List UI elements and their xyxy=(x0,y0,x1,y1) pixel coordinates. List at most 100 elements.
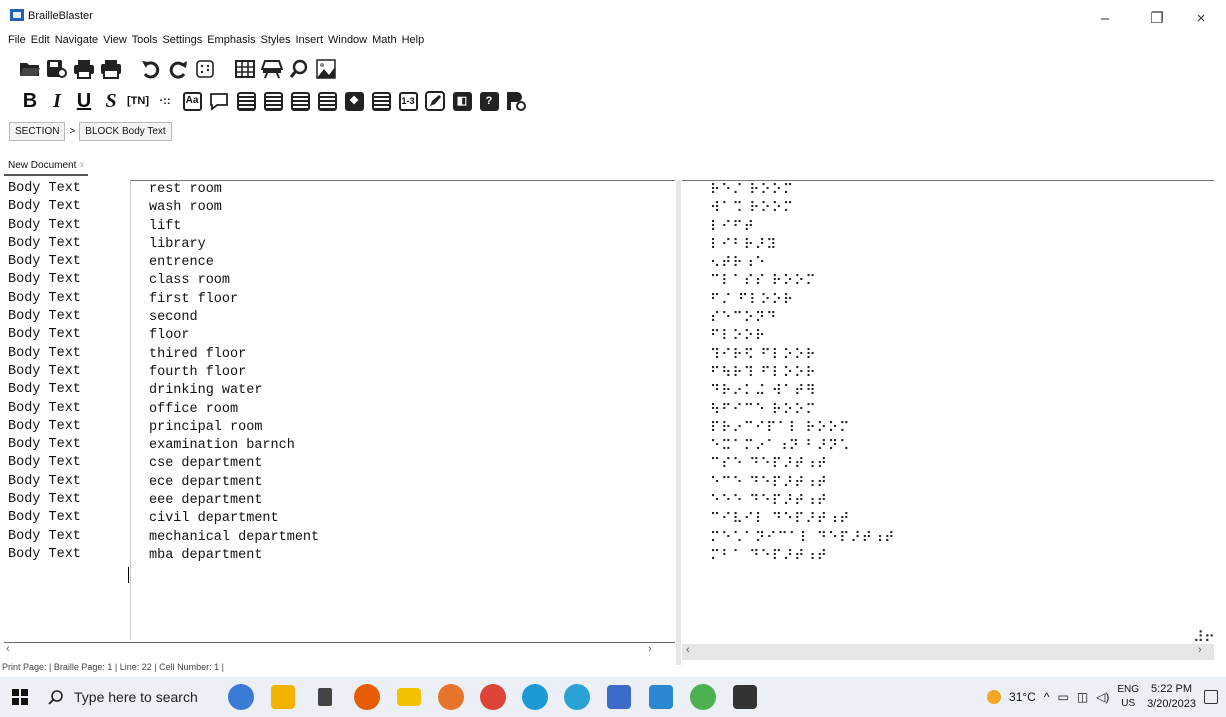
numbered-list-button[interactable]: 1-3 xyxy=(396,88,420,114)
italic-button[interactable]: I xyxy=(45,88,69,114)
block-style-icon[interactable] xyxy=(369,88,393,114)
braille-preview-icon[interactable] xyxy=(193,56,217,82)
menu-window[interactable]: Window xyxy=(328,34,367,48)
edge-dev-icon[interactable] xyxy=(556,677,598,717)
menu-file[interactable]: File xyxy=(8,34,26,48)
photos-icon[interactable] xyxy=(640,677,682,717)
print-line[interactable]: thired floor xyxy=(131,346,675,364)
tactile-graphics-icon[interactable] xyxy=(260,56,284,82)
network-icon[interactable]: ◫ xyxy=(1077,690,1088,704)
menu-navigate[interactable]: Navigate xyxy=(55,34,98,48)
menu-tools[interactable]: Tools xyxy=(132,34,158,48)
print-line[interactable]: civil department xyxy=(131,510,675,528)
bold-button[interactable]: B xyxy=(18,88,42,114)
braille-view[interactable]: ⠗⠑⠌ ⠗⠕⠕⠍ ⠺⠁⠩ ⠗⠕⠕⠍ ⠇⠊⠋⠞ ⠇⠊⠃⠗⠜⠽ ⠢⠞⠗⠰⠑ ⠉⠇⠁⠎… xyxy=(682,180,1214,640)
firefox-icon[interactable] xyxy=(430,677,472,717)
close-button[interactable]: × xyxy=(1184,10,1218,30)
print-line[interactable]: office room xyxy=(131,401,675,419)
menu-edit[interactable]: Edit xyxy=(31,34,50,48)
print-line[interactable]: entrence xyxy=(131,254,675,272)
battery-icon[interactable]: ▭ xyxy=(1057,690,1068,704)
directions-icon[interactable]: ❖ xyxy=(342,88,366,114)
braille-horizontal-scrollbar[interactable]: ‹ › xyxy=(682,644,1214,660)
aa-style-button[interactable]: Aa xyxy=(180,88,204,114)
scroll-right-icon[interactable]: › xyxy=(648,643,652,655)
emboss-icon[interactable] xyxy=(99,56,123,82)
help-box-icon[interactable]: ? xyxy=(477,88,501,114)
edge-beta-icon[interactable] xyxy=(682,677,724,717)
menu-emphasis[interactable]: Emphasis xyxy=(207,34,255,48)
print-line[interactable]: eee department xyxy=(131,492,675,510)
edge-icon[interactable] xyxy=(514,677,556,717)
weather-icon[interactable] xyxy=(987,690,1002,704)
scroll-left-icon[interactable]: ‹ xyxy=(686,644,690,656)
script-button[interactable]: S xyxy=(99,88,123,114)
chrome-icon[interactable] xyxy=(346,677,388,717)
scroll-right-icon[interactable]: › xyxy=(1198,644,1202,656)
print-line[interactable]: first floor xyxy=(131,291,675,309)
taskbar-search-input[interactable]: Type here to search xyxy=(40,678,220,716)
speech-bubble-icon[interactable] xyxy=(207,88,231,114)
print-line[interactable]: lift xyxy=(131,218,675,236)
breadcrumb-block[interactable]: BLOCK Body Text xyxy=(79,122,172,141)
breadcrumb-section[interactable]: SECTION xyxy=(9,122,66,141)
menu-view[interactable]: View xyxy=(103,34,127,48)
print-line[interactable]: principal room xyxy=(131,419,675,437)
edit-pencil-icon[interactable] xyxy=(423,88,447,114)
redo-icon[interactable] xyxy=(166,56,190,82)
list-style-icon[interactable] xyxy=(261,88,285,114)
print-line[interactable]: library xyxy=(131,236,675,254)
print-line[interactable]: examination barnch xyxy=(131,437,675,455)
show-hidden-icons-icon[interactable]: ^ xyxy=(1044,690,1050,704)
underline-button[interactable]: U xyxy=(72,88,96,114)
scroll-left-icon[interactable]: ‹ xyxy=(6,643,10,655)
print-horizontal-scrollbar[interactable]: ‹ › xyxy=(4,642,675,658)
brailleblaster-taskbar-icon[interactable] xyxy=(724,677,766,717)
pane-splitter[interactable] xyxy=(676,180,681,665)
style-options-icon[interactable] xyxy=(504,88,528,114)
image-describer-icon[interactable] xyxy=(314,56,338,82)
notifications-icon[interactable] xyxy=(1204,690,1218,704)
save-as-icon[interactable] xyxy=(45,56,69,82)
notepad-icon[interactable] xyxy=(598,677,640,717)
search-icon[interactable] xyxy=(287,56,311,82)
file-explorer-icon[interactable] xyxy=(388,677,430,717)
menu-insert[interactable]: Insert xyxy=(295,34,323,48)
print-line[interactable]: mechanical department xyxy=(131,529,675,547)
undo-icon[interactable] xyxy=(139,56,163,82)
indent-style-icon[interactable] xyxy=(315,88,339,114)
menu-settings[interactable]: Settings xyxy=(162,34,202,48)
print-text-editor[interactable]: rest room wash room lift library entrenc… xyxy=(130,180,675,640)
menu-math[interactable]: Math xyxy=(372,34,396,48)
print-line[interactable]: drinking water xyxy=(131,382,675,400)
print-line[interactable]: wash room xyxy=(131,199,675,217)
paragraph-style-icon[interactable] xyxy=(234,88,258,114)
print-line[interactable]: floor xyxy=(131,327,675,345)
braille-dots-button[interactable]: ·:: xyxy=(153,88,177,114)
print-line[interactable]: cse department xyxy=(131,455,675,473)
minimize-button[interactable]: – xyxy=(1088,10,1122,30)
table-grid-icon[interactable] xyxy=(233,56,257,82)
print-icon[interactable] xyxy=(72,56,96,82)
news-icon[interactable] xyxy=(262,677,304,717)
volume-icon[interactable]: ◁) xyxy=(1096,690,1109,704)
poetry-style-icon[interactable] xyxy=(288,88,312,114)
menu-styles[interactable]: Styles xyxy=(261,34,291,48)
widgets-icon[interactable] xyxy=(220,677,262,717)
print-line[interactable]: mba department xyxy=(131,547,675,565)
start-button[interactable] xyxy=(0,677,40,717)
open-folder-icon[interactable] xyxy=(18,56,42,82)
language-indicator[interactable]: ENG US xyxy=(1117,683,1139,711)
tab-close-icon[interactable]: ☓ xyxy=(79,160,84,170)
weather-temperature[interactable]: 31°C xyxy=(1009,690,1036,704)
maximize-button[interactable]: ❐ xyxy=(1140,10,1174,30)
style-pane[interactable]: Body Text Body Text Body Text Body Text … xyxy=(4,180,128,640)
task-view-icon[interactable] xyxy=(304,677,346,717)
print-line[interactable]: fourth floor xyxy=(131,364,675,382)
menu-help[interactable]: Help xyxy=(402,34,425,48)
print-line[interactable]: ece department xyxy=(131,474,675,492)
clock[interactable]: 5:22 PM 3/20/2023 xyxy=(1147,682,1196,712)
tab-new-document[interactable]: New Document ☓ xyxy=(4,160,89,176)
print-line[interactable]: rest room xyxy=(131,181,675,199)
print-line[interactable]: class room xyxy=(131,272,675,290)
